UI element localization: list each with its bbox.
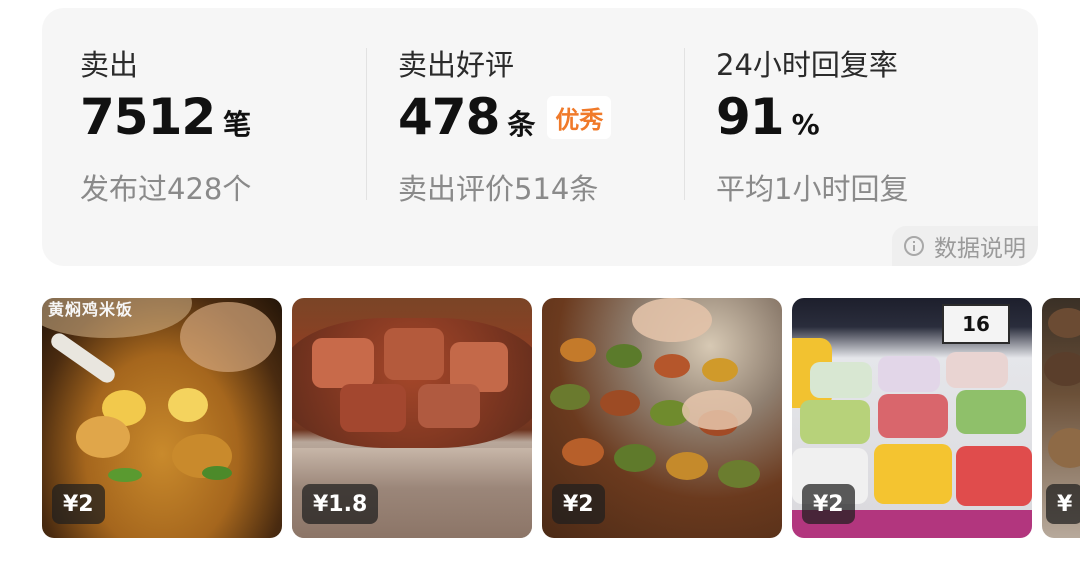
info-icon bbox=[904, 236, 924, 256]
price-tag: ¥2 bbox=[52, 484, 105, 524]
price-tag: ¥1.8 bbox=[302, 484, 379, 524]
excellent-badge: 优秀 bbox=[547, 96, 612, 139]
product-thumbnail[interactable]: ¥1.8 bbox=[292, 298, 532, 538]
divider bbox=[366, 48, 367, 200]
stat-label: 卖出好评 bbox=[398, 48, 515, 82]
stat-label: 24小时回复率 bbox=[716, 48, 898, 82]
stat-value: 478 bbox=[398, 88, 500, 146]
stat-unit: 笔 bbox=[223, 108, 252, 141]
price-tag: ¥2 bbox=[802, 484, 855, 524]
product-thumbnail[interactable]: 黄焖鸡米饭 ¥2 bbox=[42, 298, 282, 538]
product-thumbnail[interactable]: 16 ¥2 bbox=[792, 298, 1032, 538]
thumbnail-overlay-text: 黄焖鸡米饭 bbox=[48, 300, 134, 319]
seller-stats-card: 卖出 7512 笔 发布过428个 卖出好评 478 条 优秀 卖出评价514条… bbox=[42, 8, 1038, 266]
stat-value: 7512 bbox=[80, 88, 216, 146]
stat-value-row: 478 条 优秀 bbox=[398, 88, 612, 146]
stat-unit: % bbox=[791, 108, 820, 141]
stat-subtext: 发布过428个 bbox=[80, 172, 252, 206]
data-explanation-button[interactable]: 数据说明 bbox=[892, 226, 1038, 266]
price-tag: ¥2 bbox=[552, 484, 605, 524]
divider bbox=[684, 48, 685, 200]
data-explanation-label: 数据说明 bbox=[934, 236, 1026, 262]
thumbnail-overlay-text: 16 bbox=[942, 304, 1010, 344]
product-thumbnail[interactable]: ¥ bbox=[1042, 298, 1080, 538]
price-tag: ¥ bbox=[1046, 484, 1080, 524]
stat-subtext: 平均1小时回复 bbox=[716, 172, 909, 206]
stat-value: 91 bbox=[716, 88, 785, 146]
stat-unit: 条 bbox=[507, 108, 536, 141]
stat-value-row: 7512 笔 bbox=[80, 88, 251, 146]
stat-subtext: 卖出评价514条 bbox=[398, 172, 599, 206]
product-thumbnail[interactable]: ¥2 bbox=[542, 298, 782, 538]
stat-label: 卖出 bbox=[80, 48, 139, 82]
stat-value-row: 91 % bbox=[716, 88, 820, 146]
product-thumbnail-row: 黄焖鸡米饭 ¥2 ¥1.8 ¥2 16 ¥2 ¥ bbox=[42, 298, 1080, 538]
